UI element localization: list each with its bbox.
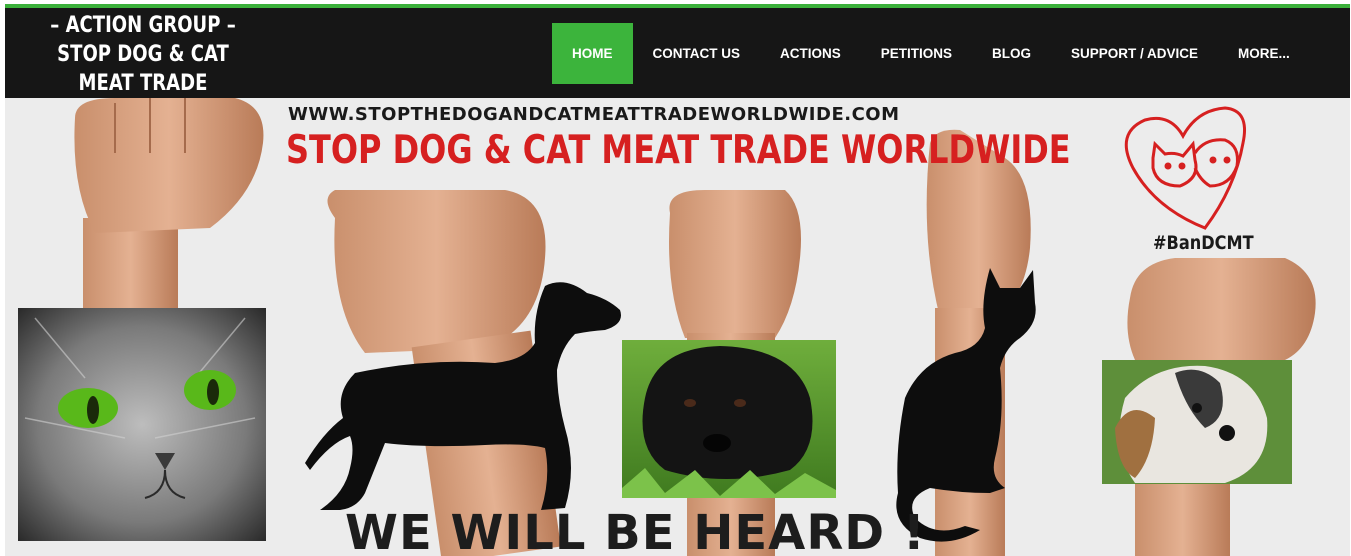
slogan-text: WE WILL BE HEARD ! [345, 505, 926, 556]
hero-banner: WWW.STOPTHEDOGANDCATMEATTRADEWORLDWIDE.C… [5, 98, 1350, 556]
nav-more[interactable]: MORE... [1218, 23, 1310, 84]
site-title-line-2: STOP DOG & CAT [57, 42, 229, 67]
page: – ACTION GROUP – STOP DOG & CAT MEAT TRA… [0, 0, 1351, 556]
cat-face-photo [18, 308, 266, 541]
nav-petitions[interactable]: PETITIONS [861, 23, 972, 84]
black-dog-photo [622, 340, 836, 498]
nav-blog[interactable]: BLOG [972, 23, 1051, 84]
heart-logo [1124, 106, 1246, 230]
site-title-line-1: – ACTION GROUP – [50, 13, 236, 38]
hashtag-label: #BanDCMT [1153, 232, 1254, 254]
site-header: – ACTION GROUP – STOP DOG & CAT MEAT TRA… [5, 8, 1350, 98]
site-title[interactable]: – ACTION GROUP – STOP DOG & CAT MEAT TRA… [45, 11, 242, 98]
website-url: WWW.STOPTHEDOGANDCATMEATTRADEWORLDWIDE.C… [288, 104, 900, 125]
small-dog-photo [1102, 360, 1292, 484]
nav-support-advice[interactable]: SUPPORT / ADVICE [1051, 23, 1218, 84]
nav-contact-us[interactable]: CONTACT US [633, 23, 761, 84]
nav-home[interactable]: HOME [552, 23, 633, 84]
nav-actions[interactable]: ACTIONS [760, 23, 861, 84]
site-title-line-3: MEAT TRADE [78, 71, 208, 96]
main-nav: HOME CONTACT US ACTIONS PETITIONS BLOG S… [552, 23, 1310, 84]
banner-headline: STOP DOG & CAT MEAT TRADE WORLDWIDE [286, 128, 1071, 173]
